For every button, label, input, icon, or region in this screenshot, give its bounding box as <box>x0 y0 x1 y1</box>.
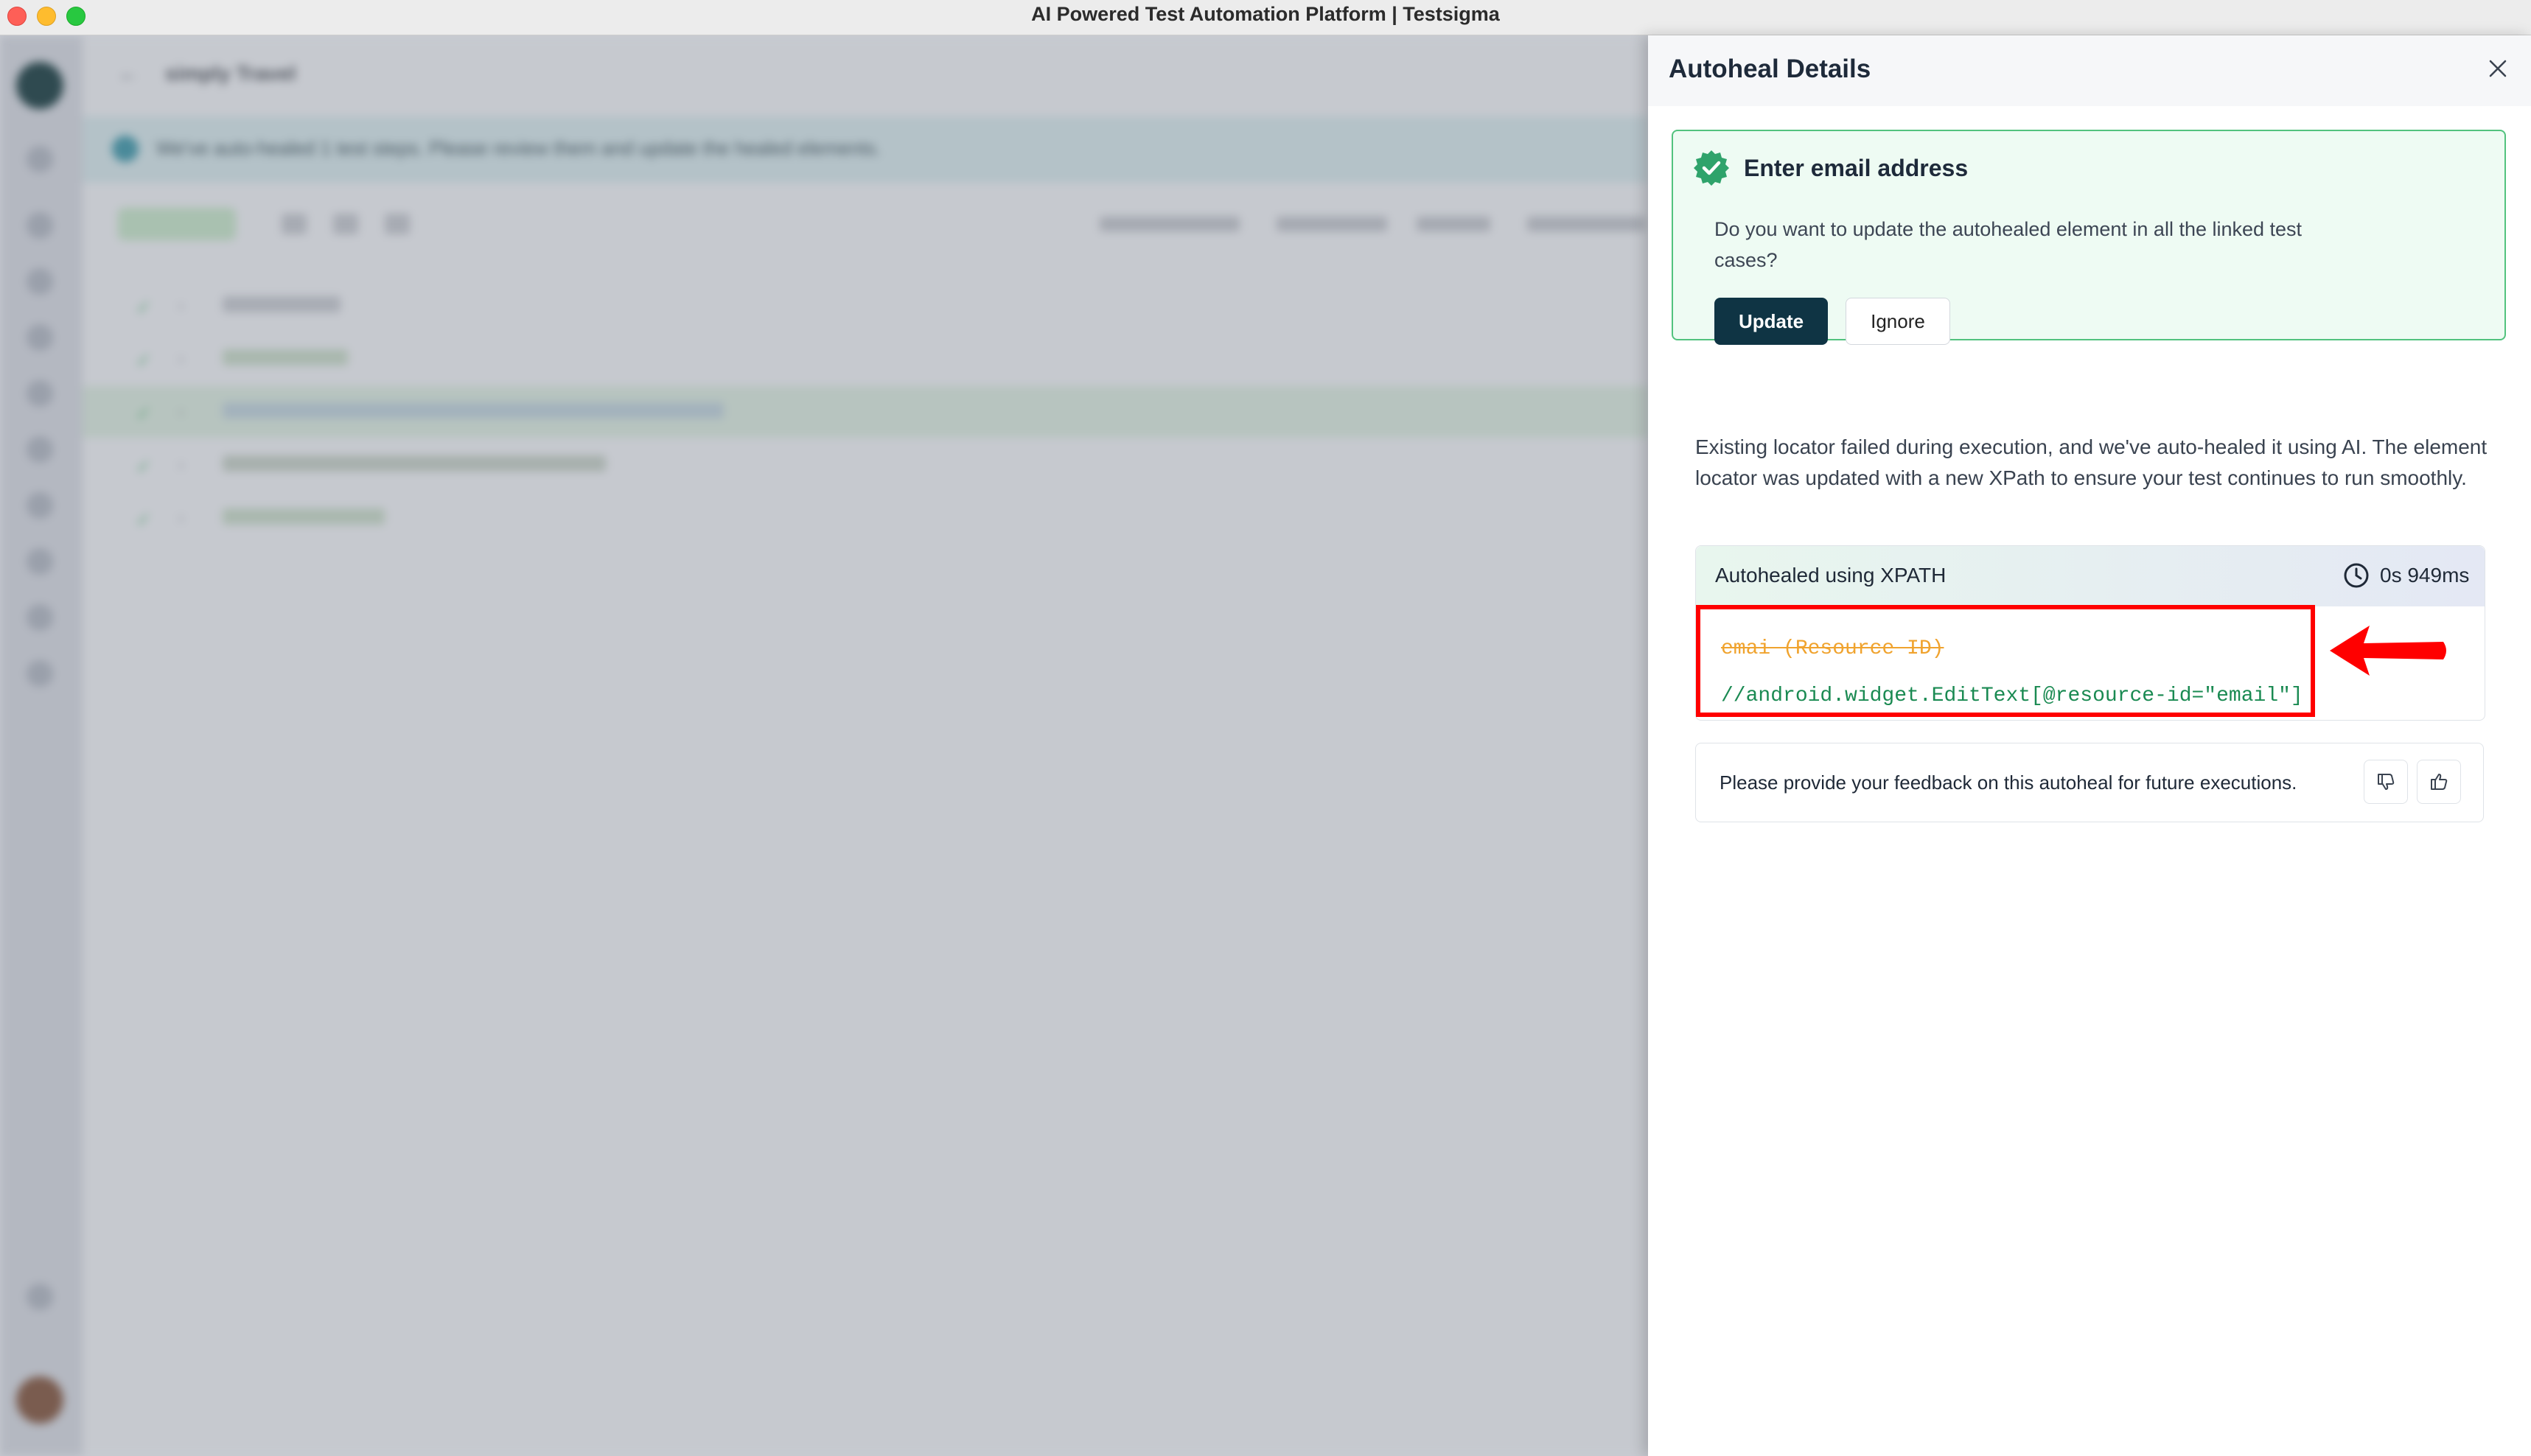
check-icon: ✓ <box>136 402 152 424</box>
close-icon[interactable] <box>2481 52 2515 85</box>
window-titlebar: AI Powered Test Automation Platform | Te… <box>0 0 2531 35</box>
feedback-box: Please provide your feedback on this aut… <box>1695 743 2484 822</box>
sidebar-icon <box>27 268 53 295</box>
clock-icon <box>2344 563 2369 588</box>
chevron-right-icon: › <box>178 402 184 421</box>
step-title: Enter email address <box>1744 155 1969 181</box>
page-title: simply Travel <box>165 62 296 85</box>
new-locator: //android.widget.EditText[@resource-id="… <box>1721 685 2303 707</box>
step-row-selected: ✓ › <box>83 386 1648 438</box>
chevron-right-icon: › <box>178 349 184 368</box>
verified-badge-icon <box>1694 150 1729 186</box>
chevron-right-icon: › <box>178 296 184 315</box>
result-toolbar <box>83 197 1648 249</box>
feedback-prompt: Please provide your feedback on this aut… <box>1720 771 2297 794</box>
panel-header: Autoheal Details <box>1648 35 2531 106</box>
thumbs-up-icon <box>2431 774 2448 790</box>
chevron-right-icon: › <box>178 508 184 527</box>
check-icon: ✓ <box>136 508 152 531</box>
back-arrow-icon: ← <box>118 62 139 85</box>
sidebar-icon <box>27 380 53 407</box>
sidebar-icon <box>27 324 53 351</box>
app-sidebar <box>0 35 83 1456</box>
autoheal-description: Existing locator failed during execution… <box>1695 435 2488 489</box>
thumbs-up-button[interactable] <box>2417 760 2461 804</box>
device-info <box>1100 217 1240 231</box>
step-row: ✓ › <box>83 492 1648 544</box>
autoheal-banner: We've auto-healed 1 test steps. Please r… <box>83 116 1648 183</box>
step-text <box>223 349 348 365</box>
os-info <box>1277 217 1387 231</box>
app-logo <box>16 62 63 109</box>
update-question: Do you want to update the autohealed ele… <box>1714 218 2303 271</box>
step-text <box>223 402 724 419</box>
step-text <box>223 455 606 472</box>
sidebar-icon <box>27 604 53 631</box>
panel-title: Autoheal Details <box>1669 55 1871 83</box>
thumbs-down-button[interactable] <box>2364 760 2408 804</box>
toolbar-icon <box>282 214 307 234</box>
locator-box: Autohealed using XPATH 0s 949ms emai (Re… <box>1695 545 2485 721</box>
help-icon <box>27 1284 53 1310</box>
sidebar-icon <box>27 492 53 519</box>
step-row: ✓ › <box>83 439 1648 491</box>
update-button[interactable]: Update <box>1714 298 1828 345</box>
sidebar-icon <box>27 548 53 575</box>
sidebar-icon <box>27 146 53 172</box>
check-icon: ✓ <box>136 349 152 371</box>
ignore-button[interactable]: Ignore <box>1846 298 1950 345</box>
update-confirmation-card: Enter email address Do you want to updat… <box>1672 130 2506 345</box>
heal-duration: 0s 949ms <box>2380 564 2470 587</box>
step-row: ✓ › <box>83 280 1648 332</box>
avatar <box>16 1376 63 1424</box>
locator-header: Autohealed using XPATH 0s 949ms <box>1696 546 2485 606</box>
autoheal-details-panel: Autoheal Details Enter email address Do … <box>1648 35 2531 1456</box>
status-badge <box>118 208 236 240</box>
info-icon <box>112 136 139 162</box>
sidebar-icon <box>27 660 53 687</box>
more-info <box>1527 217 1645 231</box>
toolbar-icon <box>333 214 358 234</box>
step-row: ✓ › <box>83 333 1648 385</box>
banner-text: We've auto-healed 1 test steps. Please r… <box>156 137 881 159</box>
thumbs-down-icon <box>2378 774 2395 790</box>
window-title: AI Powered Test Automation Platform | Te… <box>1031 3 1500 25</box>
sidebar-icon <box>27 436 53 463</box>
check-icon: ✓ <box>136 296 152 318</box>
step-text <box>223 296 341 312</box>
sidebar-icon <box>27 212 53 239</box>
app-main: ← simply Travel We've auto-healed 1 test… <box>83 35 1648 1456</box>
duration-info <box>1417 217 1490 231</box>
check-icon: ✓ <box>136 455 152 477</box>
red-arrow-icon <box>2330 626 2446 676</box>
locator-method-label: Autohealed using XPATH <box>1715 564 1947 587</box>
toolbar-icon <box>385 214 410 234</box>
old-locator: emai (Resource ID) <box>1721 637 1944 660</box>
background-app: ← simply Travel We've auto-healed 1 test… <box>0 35 1648 1456</box>
step-text <box>223 508 385 525</box>
chevron-right-icon: › <box>178 455 184 474</box>
